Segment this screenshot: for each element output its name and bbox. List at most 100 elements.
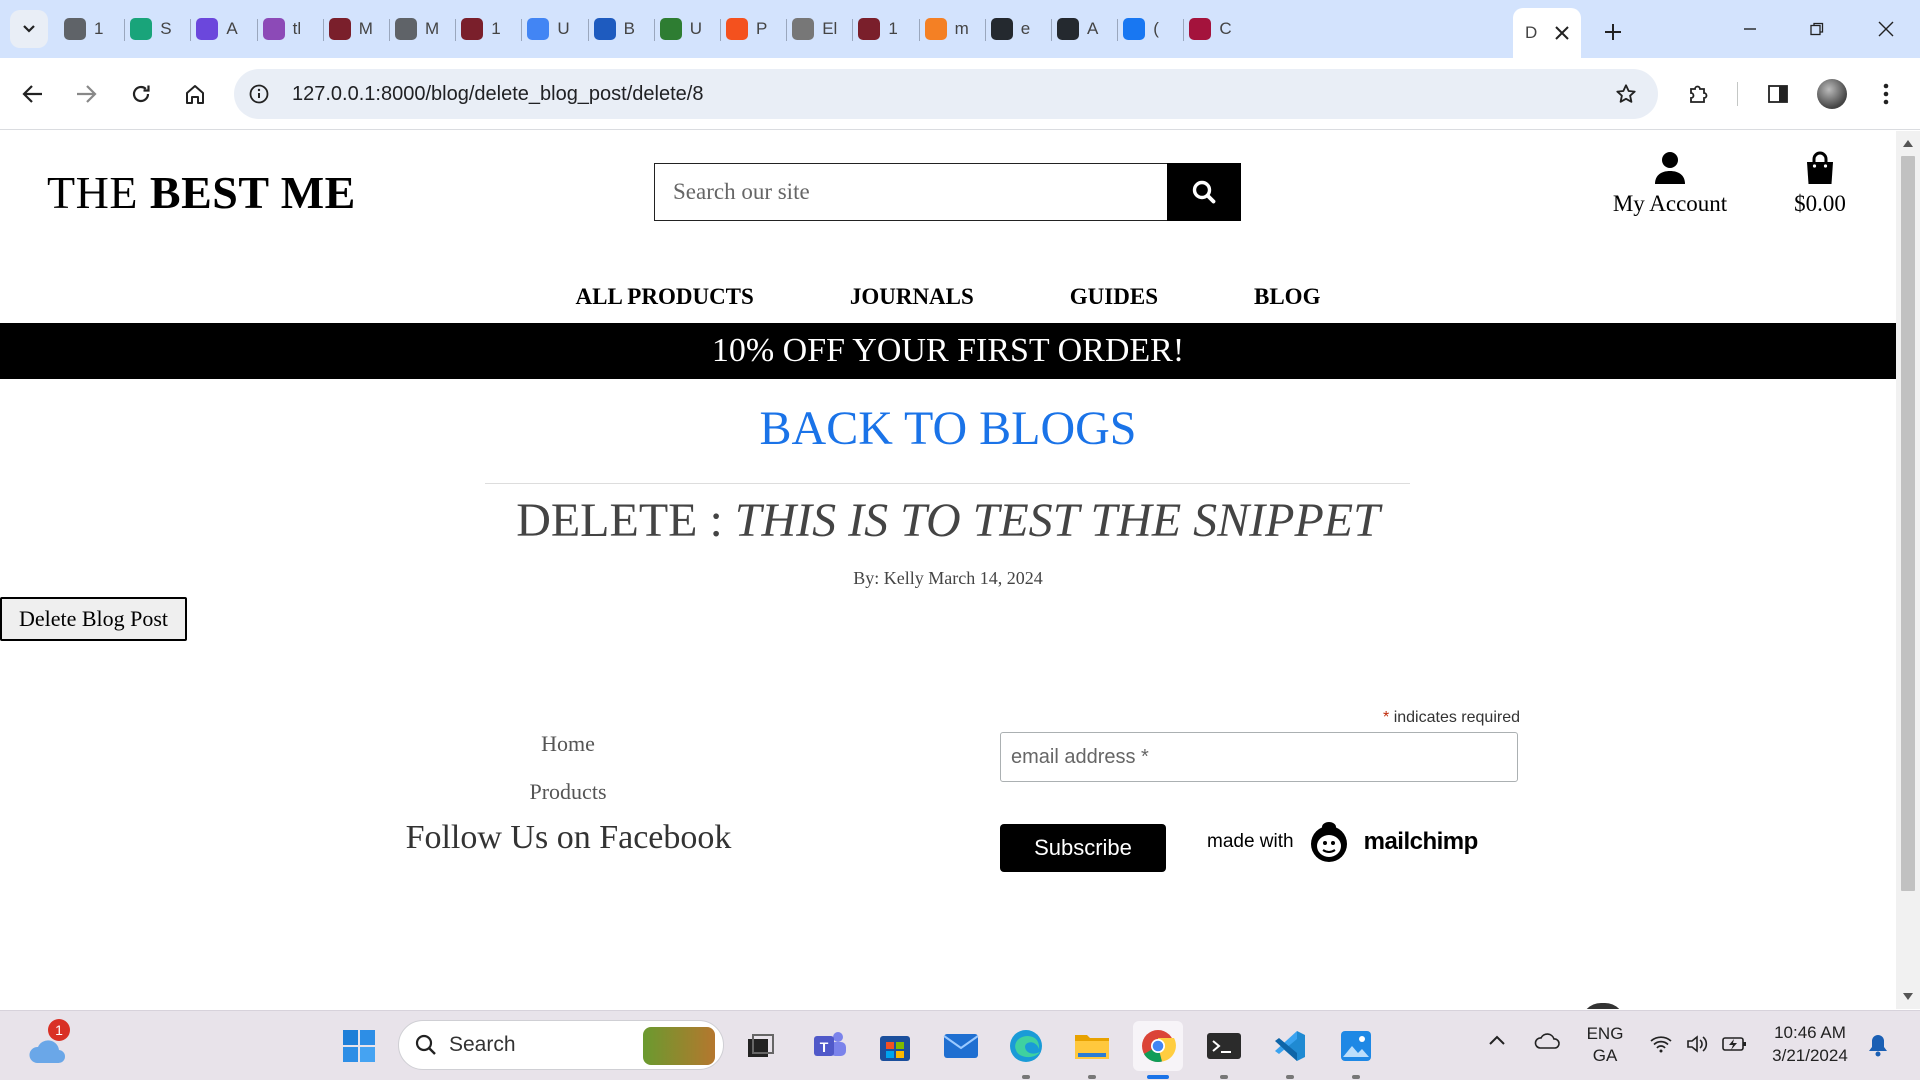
edge-app[interactable] bbox=[1001, 1021, 1051, 1079]
menu-button[interactable] bbox=[1866, 58, 1906, 130]
nav-all-products[interactable]: ALL PRODUCTS bbox=[576, 267, 754, 327]
start-button[interactable] bbox=[334, 1021, 384, 1071]
browser-tab[interactable]: M bbox=[328, 10, 385, 48]
bookmark-button[interactable] bbox=[1608, 76, 1644, 112]
show-hidden-icons-button[interactable] bbox=[1488, 1033, 1506, 1051]
taskbar-search-box[interactable]: Search bbox=[398, 1020, 724, 1070]
terminal-app[interactable] bbox=[1199, 1021, 1249, 1079]
cart-link[interactable]: $0.00 bbox=[1770, 151, 1870, 217]
teams-app[interactable]: T bbox=[805, 1021, 855, 1071]
home-icon bbox=[186, 85, 204, 104]
browser-tab[interactable]: 1 bbox=[461, 10, 517, 48]
footer-link-home[interactable]: Home bbox=[468, 731, 668, 757]
browser-tab[interactable]: e bbox=[990, 10, 1047, 48]
browser-tab[interactable]: ( bbox=[1123, 10, 1179, 48]
chrome-app[interactable] bbox=[1133, 1021, 1183, 1079]
profile-button[interactable] bbox=[1812, 58, 1852, 130]
page-scrollbar[interactable] bbox=[1896, 131, 1920, 1009]
browser-tab[interactable]: A bbox=[196, 10, 252, 48]
teams-icon: T bbox=[814, 1032, 846, 1056]
browser-tab[interactable]: P bbox=[726, 10, 782, 48]
store-icon bbox=[880, 1036, 910, 1061]
tab-search-button[interactable] bbox=[10, 10, 48, 48]
scrollbar-thumb[interactable] bbox=[1901, 156, 1915, 891]
browser-tab[interactable]: 1 bbox=[64, 10, 120, 48]
browser-tab[interactable]: M bbox=[395, 10, 451, 48]
onedrive-tray[interactable] bbox=[1534, 1031, 1562, 1054]
store-app[interactable] bbox=[870, 1021, 920, 1071]
browser-tab[interactable]: m bbox=[924, 10, 981, 48]
delete-blog-post-button[interactable]: Delete Blog Post bbox=[0, 597, 187, 641]
file-explorer-app[interactable] bbox=[1067, 1021, 1117, 1079]
tab-favicon-icon bbox=[726, 18, 748, 40]
minimize-icon bbox=[1744, 28, 1756, 30]
tab-title: m bbox=[954, 19, 969, 38]
forward-button[interactable] bbox=[66, 58, 106, 130]
address-bar[interactable]: 127.0.0.1:8000/blog/delete_blog_post/del… bbox=[234, 69, 1658, 119]
scroll-up-arrow-icon[interactable] bbox=[1903, 139, 1913, 147]
browser-tab[interactable]: U bbox=[659, 10, 716, 48]
extensions-button[interactable] bbox=[1679, 58, 1719, 130]
clock[interactable]: 10:46 AM 3/21/2024 bbox=[1762, 1021, 1858, 1067]
tab-separator bbox=[1051, 19, 1052, 41]
browser-tab[interactable]: 1 bbox=[858, 10, 914, 48]
browser-tab[interactable]: U bbox=[527, 10, 583, 48]
email-field[interactable] bbox=[1000, 732, 1518, 782]
vscode-app[interactable] bbox=[1265, 1021, 1315, 1079]
side-panel-button[interactable] bbox=[1758, 58, 1798, 130]
browser-tab[interactable]: El bbox=[792, 10, 848, 48]
tab-title: tl bbox=[292, 19, 302, 38]
site-logo[interactable]: THE BEST ME bbox=[47, 166, 356, 219]
shopping-bag-icon bbox=[1807, 151, 1833, 184]
browser-tab[interactable]: B bbox=[593, 10, 650, 48]
tab-favicon-icon bbox=[328, 18, 351, 40]
tab-active[interactable]: D bbox=[1513, 8, 1581, 58]
reload-button[interactable] bbox=[121, 58, 161, 130]
footer-link-products[interactable]: Products bbox=[468, 779, 668, 805]
nav-guides[interactable]: GUIDES bbox=[1070, 267, 1158, 327]
tab-title: El bbox=[822, 19, 838, 38]
scroll-down-arrow-icon[interactable] bbox=[1903, 993, 1913, 1001]
photos-app[interactable] bbox=[1331, 1021, 1381, 1079]
new-tab-button[interactable] bbox=[1596, 15, 1630, 49]
tab-separator bbox=[124, 19, 126, 41]
close-window-button[interactable] bbox=[1866, 10, 1906, 48]
user-icon bbox=[1655, 152, 1685, 184]
site-search-button[interactable] bbox=[1167, 163, 1241, 221]
weather-widget[interactable]: 1 bbox=[22, 1019, 72, 1075]
reload-icon bbox=[132, 85, 150, 103]
home-button[interactable] bbox=[175, 58, 215, 130]
browser-tab[interactable]: tl bbox=[262, 10, 319, 48]
mail-app[interactable] bbox=[936, 1021, 986, 1071]
close-tab-icon[interactable] bbox=[1555, 26, 1569, 40]
task-view-button[interactable] bbox=[736, 1021, 786, 1071]
active-indicator bbox=[1147, 1075, 1169, 1079]
restore-button[interactable] bbox=[1797, 10, 1837, 48]
back-button[interactable] bbox=[13, 58, 53, 130]
site-search-input[interactable] bbox=[654, 163, 1168, 221]
nav-blog[interactable]: BLOG bbox=[1254, 267, 1320, 327]
subscribe-button[interactable]: Subscribe bbox=[1000, 824, 1166, 872]
chat-widget-button[interactable] bbox=[1581, 1003, 1625, 1009]
browser-tab[interactable]: A bbox=[1057, 10, 1113, 48]
tab-title: U bbox=[689, 19, 703, 38]
avatar bbox=[1817, 79, 1847, 109]
side-panel-icon bbox=[1768, 85, 1788, 103]
svg-text:T: T bbox=[820, 1039, 829, 1055]
system-tray-status[interactable] bbox=[1650, 1035, 1748, 1053]
language-indicator[interactable]: ENG GA bbox=[1576, 1023, 1634, 1067]
browser-tab[interactable]: S bbox=[130, 10, 186, 48]
close-icon bbox=[1878, 21, 1894, 37]
nav-journals[interactable]: JOURNALS bbox=[850, 267, 974, 327]
back-to-blogs-link[interactable]: BACK TO BLOGS bbox=[0, 401, 1896, 456]
url-text[interactable]: 127.0.0.1:8000/blog/delete_blog_post/del… bbox=[292, 83, 703, 106]
minimize-button[interactable] bbox=[1730, 10, 1770, 48]
site-info-button[interactable] bbox=[240, 75, 278, 113]
mailchimp-badge[interactable]: made with mailchimp bbox=[1207, 819, 1478, 865]
tab-favicon-icon bbox=[792, 18, 815, 40]
divider bbox=[485, 483, 1410, 484]
tab-separator bbox=[322, 19, 324, 41]
browser-tab[interactable]: C bbox=[1189, 10, 1245, 48]
notifications-button[interactable] bbox=[1868, 1033, 1888, 1062]
my-account-link[interactable]: My Account bbox=[1600, 151, 1740, 217]
